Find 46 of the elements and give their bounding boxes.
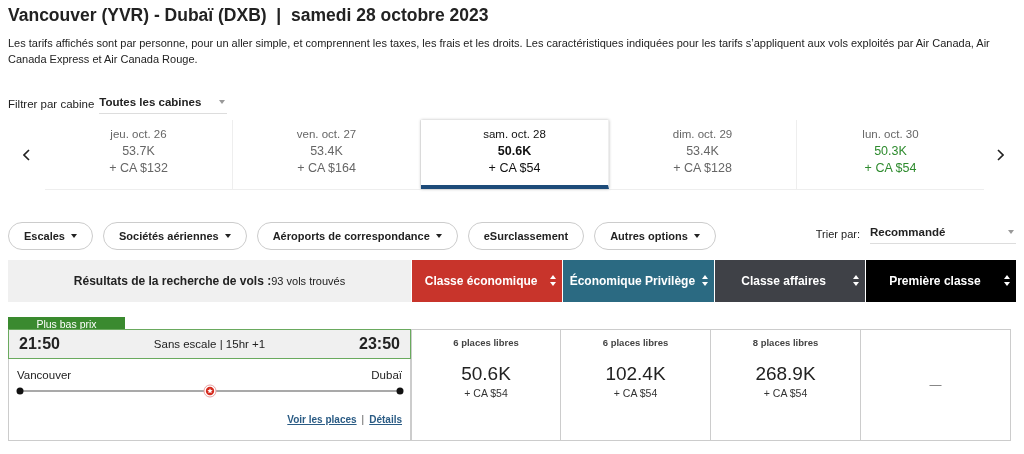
cabin-select[interactable]: Toutes les cabines: [99, 94, 228, 114]
chevron-right-icon: [996, 149, 1004, 161]
destination-city: Dubaï: [371, 369, 402, 381]
filter-button[interactable]: Autres options: [594, 222, 716, 250]
sort-label: Trier par:: [815, 228, 860, 240]
origin-city: Vancouver: [17, 369, 72, 381]
cabin-column-header[interactable]: Classe affaires: [714, 260, 865, 302]
date-tab[interactable]: lun. oct. 30 50.3K + CA $54: [797, 120, 984, 189]
filter-button[interactable]: Escales: [8, 222, 93, 250]
filter-label: Filtrer par cabine: [8, 98, 95, 110]
caret-icon: [693, 234, 700, 238]
cabin-column-header[interactable]: Classe économique: [412, 260, 563, 302]
chevron-left-icon: [22, 149, 31, 161]
fare-cell[interactable]: 6 places libres 102.4K + CA $54: [561, 329, 711, 441]
fare-cell[interactable]: 6 places libres 50.6K + CA $54: [411, 329, 561, 441]
sort-icon: [701, 275, 708, 286]
arrival-time: 23:50: [359, 335, 400, 353]
fare-cell[interactable]: 8 places libres 268.9K + CA $54: [711, 329, 861, 441]
details-link[interactable]: Détails: [369, 414, 402, 425]
fare-notice: Les tarifs affichés sont par personne, pour un aller simple, et comprennent les taxes, les frais et les droits. Les caractéristiques indiquées pour les tarifs s’appliquent aux vols exploités par Air Canada, Air Canada Express et Air Canada Rouge.: [8, 36, 991, 67]
link-separator: |: [361, 414, 365, 425]
unavailable-fare-cell: —: [861, 329, 1011, 441]
flight-summary: Sans escale | 15hr +1: [153, 338, 266, 350]
caret-icon: [219, 100, 226, 104]
sort-icon: [1004, 275, 1010, 286]
caret-icon: [1008, 230, 1014, 234]
caret-icon: [71, 234, 77, 238]
date-tab[interactable]: jeu. oct. 26 53.7K + CA $132: [45, 120, 233, 189]
caret-icon: [435, 234, 442, 238]
sort-icon: [852, 275, 859, 286]
filter-button[interactable]: Aéroports de correspondance: [256, 222, 458, 250]
date-tab[interactable]: sam. oct. 28 50.6K + CA $54: [421, 120, 609, 189]
results-count: 93 vols trouvés: [271, 275, 346, 287]
cabin-column-header[interactable]: Première classe: [865, 260, 1016, 302]
results-label: Résultats de la recherche de vols :: [73, 274, 272, 288]
page-title: Vancouver (YVR) - Dubaï (DXB) | samedi 28 octobre 2023: [8, 4, 490, 26]
sort-icon: [550, 275, 557, 286]
filter-button[interactable]: eSurclassement: [467, 222, 585, 250]
sort-select[interactable]: Recommandé: [870, 224, 1016, 244]
caret-icon: [224, 234, 231, 238]
departure-time: 21:50: [19, 335, 60, 353]
filter-button[interactable]: Sociétés aériennes: [103, 222, 247, 250]
date-tab[interactable]: ven. oct. 27 53.4K + CA $164: [233, 120, 421, 189]
seats-link[interactable]: Voir les places: [287, 414, 357, 425]
cabin-column-header[interactable]: Économique Privilège: [563, 260, 714, 302]
date-tab[interactable]: dim. oct. 29 53.4K + CA $128: [609, 120, 797, 189]
